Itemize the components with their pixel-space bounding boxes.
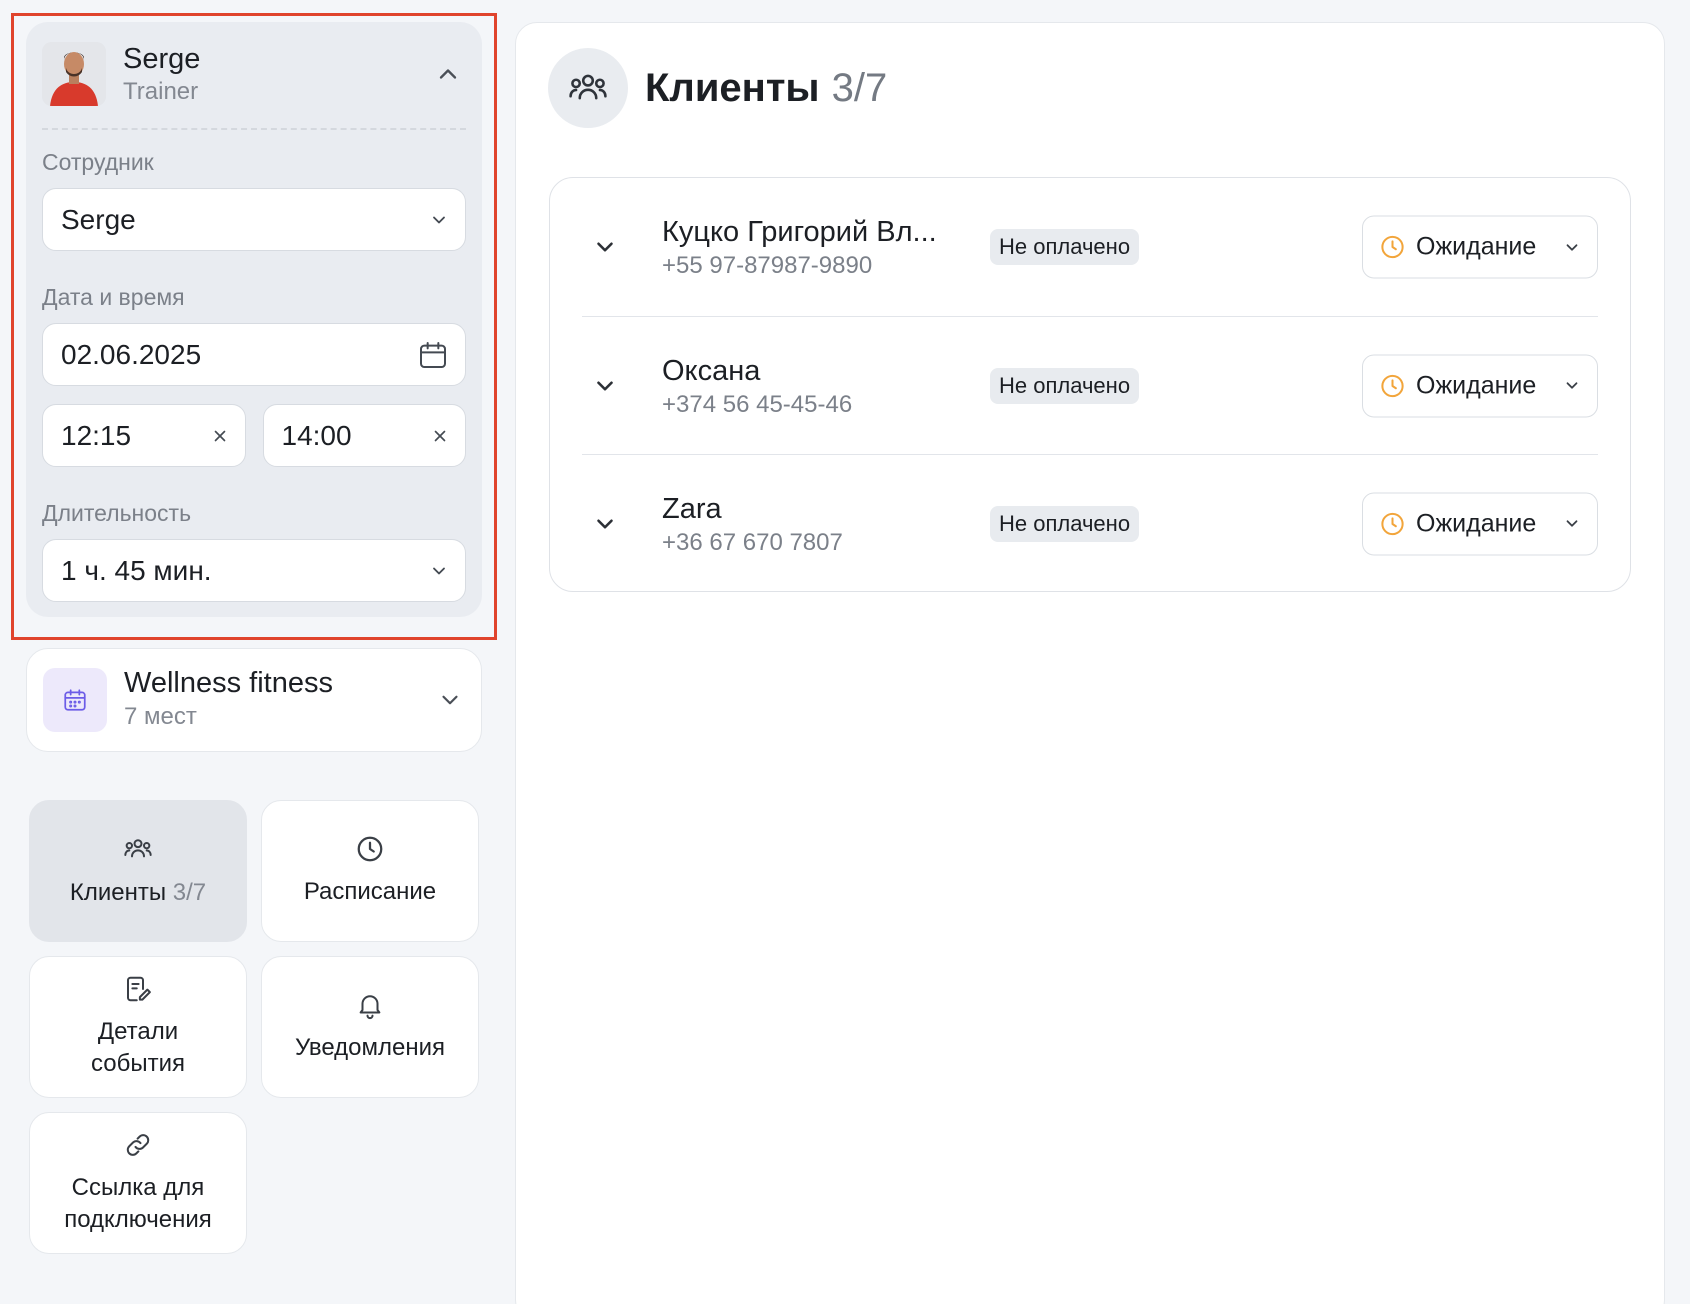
tile-clients-count: 3/7 [172,879,207,906]
client-row[interactable]: Куцко Григорий Вл... +55 97-87987-9890 Н… [582,178,1598,316]
tile-link-line2: подключения [64,1206,212,1233]
tile-details-line2: события [90,1050,185,1077]
calendar-icon [43,668,107,732]
payment-badge: Не оплачено [990,367,1140,404]
club-name: Wellness fitness [124,667,333,699]
chevron-down-icon[interactable] [592,511,618,537]
tile-link-line1: Ссылка для [71,1174,205,1201]
client-name: Оксана [662,355,761,387]
payment-badge: Не оплачено [990,505,1140,542]
tile-clients-label: Клиенты [69,879,167,906]
edit-note-icon [123,974,153,1004]
status-label: Ожидание [1416,232,1537,261]
tile-details-line1: Детали [97,1018,179,1045]
client-row[interactable]: Оксана +374 56 45-45-46 Не оплачено Ожид… [582,316,1598,454]
chevron-down-icon[interactable] [437,687,463,713]
tile-schedule-label: Расписание [303,878,437,905]
club-card[interactable]: Wellness fitness 7 мест [26,648,482,752]
clock-icon [1379,372,1406,399]
chevron-down-icon [1563,377,1581,395]
clients-list: Куцко Григорий Вл... +55 97-87987-9890 Н… [549,177,1631,592]
client-phone: +374 56 45-45-46 [662,391,853,418]
status-label: Ожидание [1416,371,1537,399]
clock-icon [1379,234,1406,261]
tile-notifications-label: Уведомления [294,1034,446,1061]
tile-event-details[interactable]: Детали события [29,956,247,1098]
payment-badge: Не оплачено [990,229,1140,265]
chevron-down-icon [1563,238,1581,256]
status-dropdown[interactable]: Ожидание [1362,492,1598,555]
chevron-down-icon[interactable] [592,234,618,260]
tile-notifications[interactable]: Уведомления [261,956,479,1098]
clients-count: 3/7 [831,65,888,110]
chevron-down-icon[interactable] [592,373,618,399]
users-icon [122,833,154,865]
client-phone: +36 67 670 7807 [662,529,843,556]
status-dropdown[interactable]: Ожидание [1362,354,1598,417]
page-title: Клиенты [645,65,820,110]
clock-icon [355,834,385,864]
client-name: Zara [662,493,722,525]
bell-icon [355,990,385,1020]
tile-schedule[interactable]: Расписание [261,800,479,942]
status-label: Ожидание [1416,509,1537,537]
status-dropdown[interactable]: Ожидание [1362,215,1598,279]
tile-connection-link[interactable]: Ссылка для подключения [29,1112,247,1254]
chevron-down-icon [1563,515,1581,533]
tile-clients[interactable]: Клиенты 3/7 [29,800,247,942]
client-name: Куцко Григорий Вл... [662,216,937,248]
client-row[interactable]: Zara +36 67 670 7807 Не оплачено Ожидани… [582,454,1598,592]
selection-highlight [11,13,497,640]
link-icon [123,1130,153,1160]
client-phone: +55 97-87987-9890 [662,252,873,279]
club-seats: 7 мест [124,703,197,730]
users-icon [548,48,628,128]
clock-icon [1379,510,1406,537]
clients-panel: Клиенты 3/7 Куцко Григорий Вл... +55 97-… [515,22,1665,1304]
